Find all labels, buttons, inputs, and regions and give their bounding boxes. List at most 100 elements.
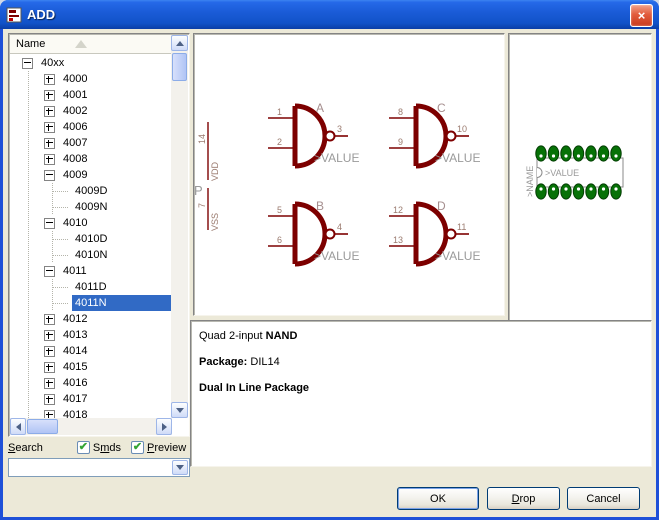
tree-item-4010[interactable]: 4010 bbox=[10, 215, 172, 231]
tree-item-4010d[interactable]: 4010D bbox=[10, 231, 172, 247]
package-preview-panel: >NAME >VALUE bbox=[508, 33, 652, 321]
expand-icon[interactable] bbox=[44, 378, 55, 389]
nand-gate-c: 8 9 10 C >VALUE bbox=[389, 101, 480, 166]
tree-item-label: 4011 bbox=[60, 263, 90, 279]
tree-item-4009[interactable]: 4009 bbox=[10, 167, 172, 183]
expand-icon[interactable] bbox=[44, 330, 55, 341]
svg-text:14: 14 bbox=[197, 134, 207, 144]
drop-button[interactable]: Drop bbox=[487, 487, 560, 510]
drill-hole bbox=[539, 187, 542, 190]
tree-item-4008[interactable]: 4008 bbox=[10, 151, 172, 167]
svg-text:B: B bbox=[316, 199, 324, 213]
tree-item-4016[interactable]: 4016 bbox=[10, 375, 172, 391]
close-button[interactable]: × bbox=[630, 4, 653, 27]
tree-item-4006[interactable]: 4006 bbox=[10, 119, 172, 135]
tree-horizontal-scrollbar[interactable] bbox=[10, 418, 172, 435]
tree-item-4000[interactable]: 4000 bbox=[10, 71, 172, 87]
arrow-up-icon bbox=[176, 41, 184, 46]
tree-item-label: 4016 bbox=[60, 375, 90, 391]
tree-item-label: 4009N bbox=[72, 199, 110, 215]
drill-hole bbox=[577, 187, 580, 190]
horizontal-scroll-thumb[interactable] bbox=[27, 419, 58, 434]
tree-item-4011d[interactable]: 4011D bbox=[10, 279, 172, 295]
expand-icon[interactable] bbox=[44, 106, 55, 117]
pad bbox=[548, 146, 558, 161]
expand-icon[interactable] bbox=[44, 122, 55, 133]
expand-icon[interactable] bbox=[44, 74, 55, 85]
tree-rows: 40xx40004001400240064007400840094009D400… bbox=[10, 55, 172, 418]
tree-item-4007[interactable]: 4007 bbox=[10, 135, 172, 151]
ok-button[interactable]: OK bbox=[397, 487, 479, 510]
search-input[interactable] bbox=[8, 458, 190, 477]
cancel-button[interactable]: Cancel bbox=[567, 487, 640, 510]
vertical-scroll-thumb[interactable] bbox=[172, 53, 187, 81]
scroll-up-button[interactable] bbox=[171, 35, 188, 51]
tree-item-label: 4009D bbox=[72, 183, 110, 199]
pad bbox=[561, 146, 571, 161]
smds-label: Smds bbox=[93, 442, 121, 454]
tree-item-4015[interactable]: 4015 bbox=[10, 359, 172, 375]
pad bbox=[561, 184, 571, 199]
scroll-right-button[interactable] bbox=[156, 418, 172, 435]
preview-label: Preview bbox=[147, 442, 186, 454]
tree-connector bbox=[52, 199, 68, 208]
expand-icon[interactable] bbox=[44, 90, 55, 101]
expand-icon[interactable] bbox=[44, 314, 55, 325]
tree-item-4010n[interactable]: 4010N bbox=[10, 247, 172, 263]
search-label: Search bbox=[8, 442, 43, 454]
tree-item-4011[interactable]: 4011 bbox=[10, 263, 172, 279]
tree-column-header[interactable]: Name bbox=[10, 35, 172, 54]
package-notch bbox=[537, 168, 542, 178]
tree-header-label: Name bbox=[16, 38, 45, 50]
expand-icon[interactable] bbox=[44, 362, 55, 373]
expand-icon[interactable] bbox=[44, 138, 55, 149]
expand-icon[interactable] bbox=[44, 346, 55, 357]
tree-item-4013[interactable]: 4013 bbox=[10, 327, 172, 343]
scroll-down-button[interactable] bbox=[171, 402, 188, 418]
collapse-icon[interactable] bbox=[22, 58, 33, 69]
expand-icon[interactable] bbox=[44, 410, 55, 419]
drill-hole bbox=[589, 187, 592, 190]
chevron-down-icon bbox=[176, 465, 184, 470]
tree-item-40xx[interactable]: 40xx bbox=[10, 55, 172, 71]
svg-text:>VALUE: >VALUE bbox=[435, 151, 480, 165]
svg-text:4: 4 bbox=[337, 222, 342, 232]
scroll-left-button[interactable] bbox=[10, 418, 26, 435]
tree-item-4012[interactable]: 4012 bbox=[10, 311, 172, 327]
tree-item-4009n[interactable]: 4009N bbox=[10, 199, 172, 215]
tree-connector bbox=[52, 231, 68, 240]
drill-hole bbox=[614, 187, 617, 190]
svg-text:A: A bbox=[316, 101, 324, 115]
tree-item-4014[interactable]: 4014 bbox=[10, 343, 172, 359]
collapse-icon[interactable] bbox=[44, 170, 55, 181]
svg-text:3: 3 bbox=[337, 124, 342, 134]
preview-checkbox[interactable]: ✔ bbox=[131, 441, 144, 454]
drill-hole bbox=[552, 154, 555, 157]
tree-item-4011n[interactable]: 4011N bbox=[10, 295, 172, 311]
tree-item-4001[interactable]: 4001 bbox=[10, 87, 172, 103]
tree-item-4018[interactable]: 4018 bbox=[10, 407, 172, 418]
smds-checkbox[interactable]: ✔ bbox=[77, 441, 90, 454]
titlebar[interactable]: ADD × bbox=[0, 0, 659, 29]
svg-text:8: 8 bbox=[398, 107, 403, 117]
combo-dropdown-button[interactable] bbox=[172, 460, 188, 475]
tree-item-4002[interactable]: 4002 bbox=[10, 103, 172, 119]
tree-item-label: 4008 bbox=[60, 151, 90, 167]
pad bbox=[611, 184, 621, 199]
tree-item-4009d[interactable]: 4009D bbox=[10, 183, 172, 199]
svg-text:>VALUE: >VALUE bbox=[435, 249, 480, 263]
tree-vertical-scrollbar[interactable] bbox=[171, 35, 188, 418]
svg-text:>VALUE: >VALUE bbox=[314, 249, 359, 263]
tree-connector bbox=[52, 247, 68, 256]
tree-item-4017[interactable]: 4017 bbox=[10, 391, 172, 407]
sort-ascending-icon bbox=[75, 40, 87, 48]
expand-icon[interactable] bbox=[44, 394, 55, 405]
pad bbox=[536, 146, 546, 161]
collapse-icon[interactable] bbox=[44, 218, 55, 229]
collapse-icon[interactable] bbox=[44, 266, 55, 277]
svg-text:6: 6 bbox=[277, 235, 282, 245]
tree-connector bbox=[52, 279, 68, 288]
tree-item-label: 4017 bbox=[60, 391, 90, 407]
expand-icon[interactable] bbox=[44, 154, 55, 165]
drill-hole bbox=[577, 154, 580, 157]
